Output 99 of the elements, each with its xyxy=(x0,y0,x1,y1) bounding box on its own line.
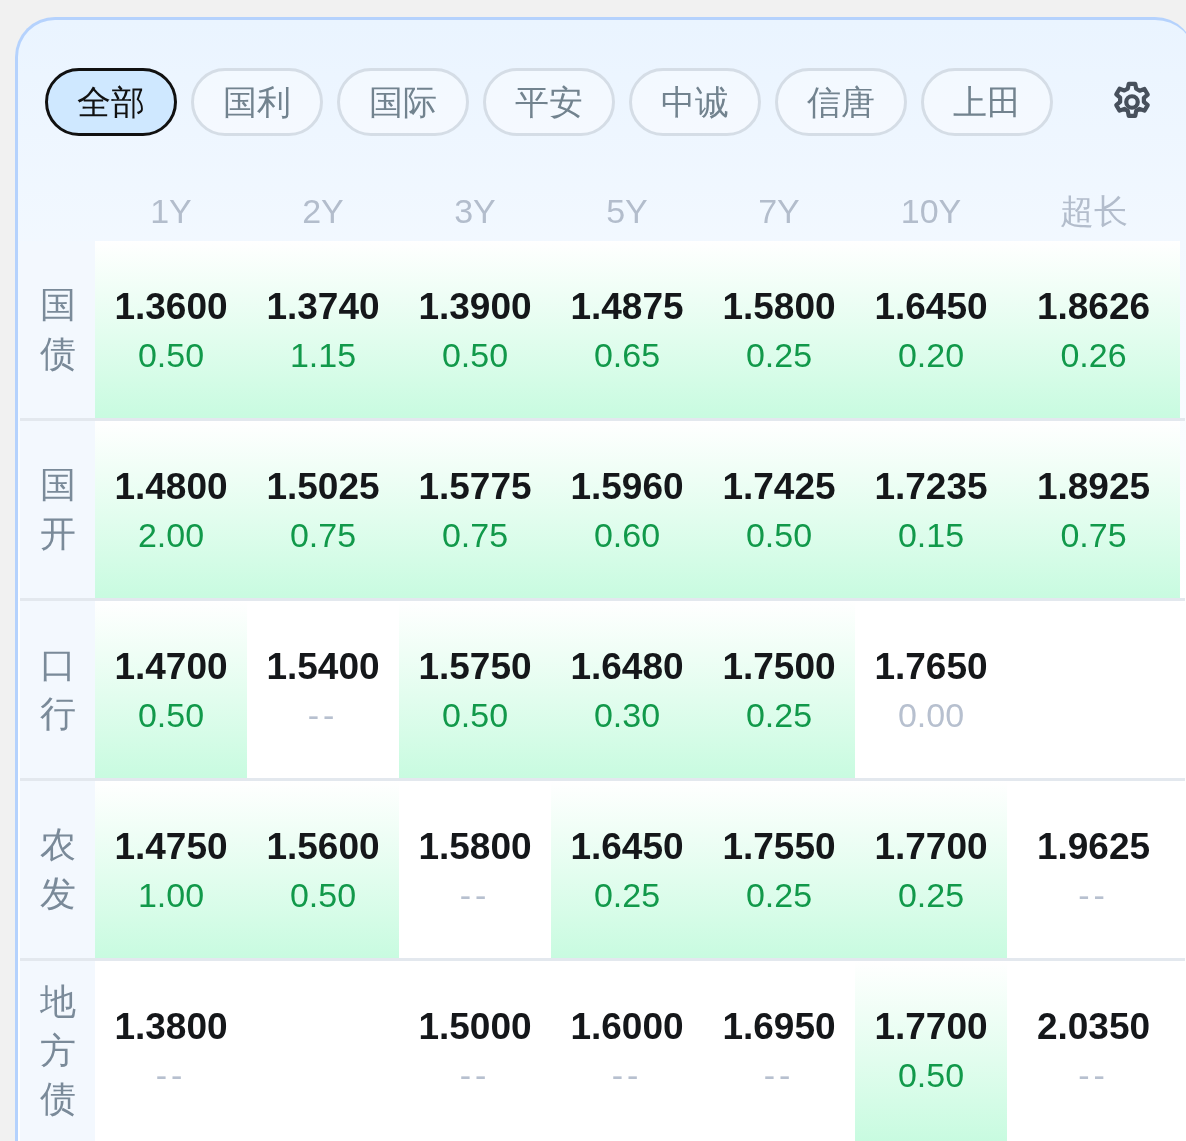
rate-cell[interactable]: 1.5025 0.75 xyxy=(247,421,399,598)
column-header: 5Y xyxy=(606,190,648,232)
row-label: 地方债 xyxy=(39,980,76,1122)
rate-cell[interactable]: 1.8925 0.75 xyxy=(1007,421,1180,598)
change-value: -- xyxy=(1078,875,1109,917)
rate-value: 1.5025 xyxy=(266,465,380,509)
filter-tab[interactable]: 国际 xyxy=(337,68,469,136)
rate-value: 1.4700 xyxy=(114,645,228,689)
rate-value: 1.3600 xyxy=(114,285,228,329)
change-value: 0.15 xyxy=(897,515,965,557)
rate-value: 1.7650 xyxy=(874,645,988,689)
column-header: 7Y xyxy=(758,190,800,232)
filter-tab[interactable]: 全部 xyxy=(45,68,177,136)
rate-value: 1.6450 xyxy=(570,825,684,869)
rate-value: 1.6450 xyxy=(874,285,988,329)
change-value: -- xyxy=(459,1055,491,1097)
rate-value: 2.0350 xyxy=(1036,1005,1151,1049)
change-value: 0.50 xyxy=(441,695,509,737)
change-value: 0.50 xyxy=(441,335,509,377)
rate-cell[interactable]: 1.3900 0.50 xyxy=(399,241,551,418)
row-label: 口行 xyxy=(39,642,76,736)
change-value: -- xyxy=(155,1055,187,1097)
rate-value: 1.6950 xyxy=(722,1005,836,1049)
rate-value: 1.7550 xyxy=(722,825,836,869)
row-label: 国债 xyxy=(39,282,76,376)
change-value: 0.65 xyxy=(593,335,661,377)
rate-cell[interactable]: 1.6450 0.20 xyxy=(855,241,1007,418)
change-value: 0.60 xyxy=(593,515,661,557)
rate-value: 1.7700 xyxy=(874,1005,988,1049)
rate-cell[interactable]: 1.5800 0.25 xyxy=(703,241,855,418)
filter-tab[interactable]: 中诚 xyxy=(629,68,761,136)
rate-value: 1.5600 xyxy=(266,825,380,869)
change-value: -- xyxy=(459,875,491,917)
rate-value: 1.5750 xyxy=(418,645,532,689)
filter-tab[interactable]: 上田 xyxy=(921,68,1053,136)
rate-cell[interactable]: 1.8626 0.26 xyxy=(1007,241,1180,418)
rate-value: 1.9625 xyxy=(1036,825,1151,869)
rate-value: 1.5775 xyxy=(418,465,532,509)
rate-value: 1.7500 xyxy=(722,645,836,689)
change-value: 1.00 xyxy=(137,875,205,917)
rate-value: 1.6480 xyxy=(570,645,684,689)
rate-value: 1.4750 xyxy=(114,825,228,869)
rate-value: 1.7235 xyxy=(874,465,988,509)
rate-cell[interactable]: 1.7235 0.15 xyxy=(855,421,1007,598)
row-label: 国开 xyxy=(39,462,76,556)
change-value: 1.15 xyxy=(289,335,357,377)
rate-cell[interactable]: 1.7425 0.50 xyxy=(703,421,855,598)
rate-cell[interactable]: 1.5775 0.75 xyxy=(399,421,551,598)
change-value: 2.00 xyxy=(137,515,205,557)
change-value: 0.50 xyxy=(137,695,205,737)
change-value: 0.30 xyxy=(593,695,661,737)
rate-value: 1.5400 xyxy=(266,645,380,689)
rate-value: 1.7425 xyxy=(722,465,836,509)
rate-cell[interactable]: 1.5960 0.60 xyxy=(551,421,703,598)
rate-cell[interactable]: 1.3740 1.15 xyxy=(247,241,399,418)
change-value: 0.50 xyxy=(289,875,357,917)
column-header: 3Y xyxy=(454,190,496,232)
rate-cell[interactable]: 1.4800 2.00 xyxy=(95,421,247,598)
column-header: 2Y xyxy=(302,190,344,232)
change-value: 0.75 xyxy=(441,515,509,557)
rate-value: 1.3800 xyxy=(114,1005,228,1049)
rate-value: 1.3740 xyxy=(266,285,380,329)
change-value: 0.50 xyxy=(745,515,813,557)
change-value: 0.25 xyxy=(745,875,813,917)
column-header: 1Y xyxy=(150,190,192,232)
filter-tab[interactable]: 平安 xyxy=(483,68,615,136)
rate-value: 1.5800 xyxy=(722,285,836,329)
rate-value: 1.5000 xyxy=(418,1005,532,1049)
change-value: -- xyxy=(763,1055,795,1097)
change-value: 0.25 xyxy=(593,875,661,917)
change-value: 0.75 xyxy=(1060,515,1127,557)
change-value: 0.50 xyxy=(897,1055,965,1097)
filter-tab[interactable]: 国利 xyxy=(191,68,323,136)
change-value: -- xyxy=(611,1055,643,1097)
rate-value: 1.3900 xyxy=(418,285,532,329)
change-value: 0.25 xyxy=(897,875,965,917)
rate-value: 1.8925 xyxy=(1036,465,1151,509)
rate-value: 1.4800 xyxy=(114,465,228,509)
rate-cell[interactable]: 1.3600 0.50 xyxy=(95,241,247,418)
rate-value: 1.7700 xyxy=(874,825,988,869)
row-label: 农发 xyxy=(39,822,76,916)
rate-value: 1.6000 xyxy=(570,1005,684,1049)
change-value: 0.50 xyxy=(137,335,205,377)
change-value: 0.25 xyxy=(745,695,813,737)
filter-tab[interactable]: 信唐 xyxy=(775,68,907,136)
change-value: 0.25 xyxy=(745,335,813,377)
rate-value: 1.5800 xyxy=(418,825,532,869)
rate-value: 1.4875 xyxy=(570,285,684,329)
change-value: 0.26 xyxy=(1060,335,1127,377)
rate-value: 1.5960 xyxy=(570,465,684,509)
change-value: -- xyxy=(307,695,339,737)
rate-cell[interactable]: 1.4875 0.65 xyxy=(551,241,703,418)
change-value: 0.20 xyxy=(897,335,965,377)
rate-value: 1.8626 xyxy=(1036,285,1151,329)
column-header: 10Y xyxy=(900,190,962,232)
change-value: 0.00 xyxy=(897,695,965,737)
change-value: 0.75 xyxy=(289,515,357,557)
column-header: 超长 xyxy=(1059,190,1128,232)
change-value: -- xyxy=(1078,1055,1109,1097)
